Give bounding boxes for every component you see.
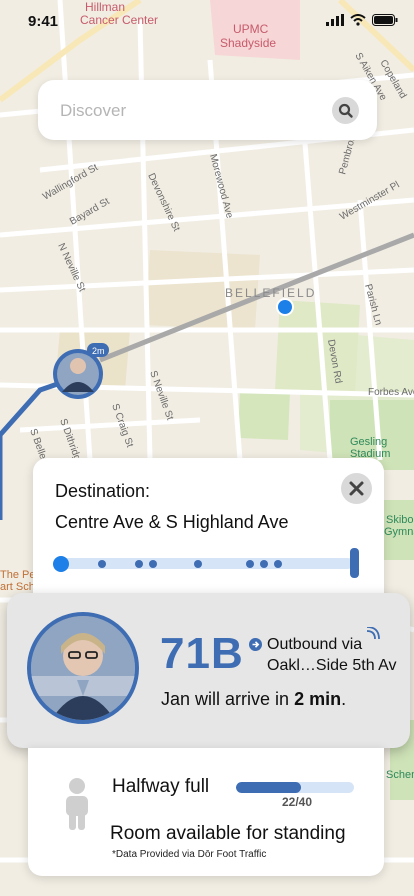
route-number: 71B	[160, 629, 244, 678]
direction-line-2: Oakl…Side 5th Av	[267, 657, 397, 674]
stop-marker	[135, 560, 143, 568]
signal-icon	[326, 14, 344, 26]
capacity-label: Halfway full	[112, 776, 210, 797]
driver-avatar	[27, 612, 139, 724]
arrival-prefix: Jan will arrive in	[161, 689, 290, 709]
bus-card[interactable]: 71B Outbound via Oakl…Side 5th Av Jan wi…	[7, 593, 410, 748]
map-label-skibo: Skibo	[386, 514, 414, 526]
map-label-bellefield-area: BELLEFIELD	[225, 286, 316, 300]
search-bar[interactable]	[38, 80, 377, 140]
status-icons	[326, 14, 398, 26]
capacity-bar	[236, 782, 354, 793]
battery-icon	[372, 14, 398, 26]
status-time: 9:41	[28, 13, 59, 30]
search-icon	[338, 103, 353, 118]
user-location-dot	[278, 300, 292, 314]
capacity-card: Halfway full 22/40 Room available for st…	[28, 748, 384, 876]
close-icon	[349, 481, 364, 496]
wifi-icon	[350, 14, 366, 26]
stop-marker	[194, 560, 202, 568]
person-icon	[66, 778, 88, 830]
arrival-suffix: .	[341, 689, 347, 709]
capacity-count: 22/40	[282, 795, 313, 809]
data-source-note: *Data Provided via Dōr Foot Traffic	[112, 849, 267, 860]
bus-eta-badge: 2m	[92, 346, 105, 356]
map-label-gesling: Gesling	[350, 436, 387, 448]
direction-line-1: Outbound via	[267, 636, 363, 653]
status-bar: 9:41	[0, 0, 414, 40]
search-input[interactable]	[58, 98, 322, 124]
arrow-right-icon	[249, 638, 262, 651]
stop-marker	[98, 560, 106, 568]
destination-label: Destination:	[55, 481, 151, 501]
stop-marker	[260, 560, 268, 568]
destination-value: Centre Ave & S Highland Ave	[55, 512, 289, 532]
arrival-text: Jan will arrive in 2 min.	[161, 689, 346, 710]
room-status-text: Room available for standing	[110, 823, 346, 844]
map-label-forbes: Forbes Ave	[368, 387, 414, 398]
stop-marker	[274, 560, 282, 568]
current-stop-marker	[53, 556, 69, 572]
route-progress-track	[53, 548, 359, 578]
close-button[interactable]	[341, 473, 372, 504]
search-button[interactable]	[332, 97, 359, 124]
capacity-bar-fill	[236, 782, 301, 793]
arrival-time: 2 min	[294, 689, 342, 709]
stop-marker	[246, 560, 254, 568]
direction-text: Outbound via Oakl…Side 5th Av	[267, 634, 397, 676]
map-label-schenley: Schenley	[386, 769, 414, 781]
destination-stop-marker	[350, 548, 359, 578]
svg-text:Gymna: Gymna	[384, 526, 414, 538]
map-label-the-pe: The Pe	[0, 569, 35, 581]
stop-marker	[149, 560, 157, 568]
